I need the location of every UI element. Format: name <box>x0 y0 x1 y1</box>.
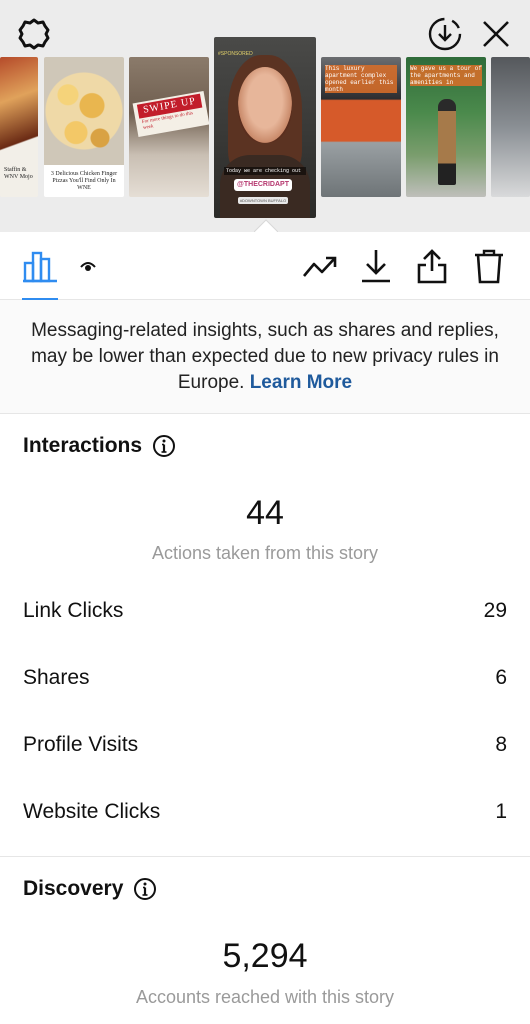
save-button[interactable] <box>358 248 394 284</box>
metric-label: Link Clicks <box>23 599 124 622</box>
close-button[interactable] <box>476 14 516 54</box>
story-caption: This luxury apartment complex opened ear… <box>325 65 397 93</box>
metric-row-shares: Shares 6 <box>0 658 530 698</box>
interactions-heading: Interactions <box>23 434 176 458</box>
metric-row-profile-visits: Profile Visits 8 <box>0 725 530 765</box>
sponsored-label: #SPONSORED <box>218 51 253 57</box>
story-image <box>238 67 292 143</box>
delete-button[interactable] <box>471 248 507 284</box>
bar-chart-icon <box>23 251 57 283</box>
trash-icon <box>475 249 503 284</box>
story-toolbar <box>0 232 530 300</box>
story-thumbnail[interactable] <box>491 57 530 197</box>
eye-icon <box>80 262 96 271</box>
story-thumbnail[interactable]: We gave us a tour of the apartments and … <box>406 57 486 197</box>
viewers-tab[interactable] <box>70 248 106 284</box>
story-caption: We gave us a tour of the apartments and … <box>410 65 483 86</box>
interactions-caption: Actions taken from this story <box>151 543 379 563</box>
mention-sticker: @THECRIDAPT <box>234 179 292 191</box>
metric-label: Shares <box>23 666 90 689</box>
share-icon <box>417 249 447 284</box>
metric-value: 8 <box>495 733 507 756</box>
selection-pointer-icon <box>254 219 278 232</box>
metric-row-website-clicks: Website Clicks 1 <box>0 792 530 832</box>
story-thumbnail[interactable]: Staffin & WNV Mojo <box>0 57 38 197</box>
story-strip: Staffin & WNV Mojo 3 Delicious Chicken F… <box>0 0 530 232</box>
metric-value: 1 <box>495 800 507 823</box>
privacy-notice: Messaging-related insights, such as shar… <box>0 300 530 414</box>
download-icon <box>362 250 390 283</box>
discovery-title: Discovery <box>23 877 124 900</box>
swipe-up-card: SWIPE UP For more things to do this week <box>132 91 209 137</box>
story-thumbnail[interactable]: 3 Delicious Chicken Finger Pizzas You'll… <box>44 57 124 197</box>
share-button[interactable] <box>414 248 450 284</box>
learn-more-link[interactable]: Learn More <box>250 372 352 393</box>
story-thumbnail-selected[interactable]: #SPONSORED Today we are checking out @TH… <box>214 37 316 218</box>
story-image <box>438 99 456 185</box>
settings-button[interactable] <box>14 14 54 54</box>
interactions-title: Interactions <box>23 434 143 457</box>
trend-up-icon <box>303 256 337 277</box>
info-icon[interactable] <box>133 877 157 901</box>
discovery-total: 5,294 <box>222 937 308 975</box>
close-icon <box>483 21 509 47</box>
hashtag-sticker: #DOWNTOWN BUFFALO <box>238 197 288 204</box>
story-image <box>44 57 124 165</box>
insights-tab[interactable] <box>22 248 58 284</box>
discovery-caption: Accounts reached with this story <box>135 987 395 1007</box>
discovery-heading: Discovery <box>23 877 157 901</box>
metric-label: Profile Visits <box>23 733 139 756</box>
gear-icon <box>18 18 50 50</box>
download-circle-icon <box>428 17 462 51</box>
story-thumbnail[interactable]: SWIPE UP For more things to do this week <box>129 57 209 197</box>
metric-label: Website Clicks <box>23 800 161 823</box>
promote-button[interactable] <box>302 248 338 284</box>
metric-value: 29 <box>483 599 507 622</box>
interactions-total: 44 <box>246 494 284 532</box>
story-text: Today we are checking out <box>224 167 306 175</box>
story-thumbnail[interactable]: This luxury apartment complex opened ear… <box>321 57 401 197</box>
section-divider <box>0 856 530 857</box>
metric-row-link-clicks: Link Clicks 29 <box>0 591 530 631</box>
story-caption: 3 Delicious Chicken Finger Pizzas You'll… <box>50 171 118 191</box>
story-caption: Staffin & WNV Mojo <box>4 167 33 180</box>
download-story-button[interactable] <box>425 14 465 54</box>
info-icon[interactable] <box>152 434 176 458</box>
metric-value: 6 <box>495 666 507 689</box>
